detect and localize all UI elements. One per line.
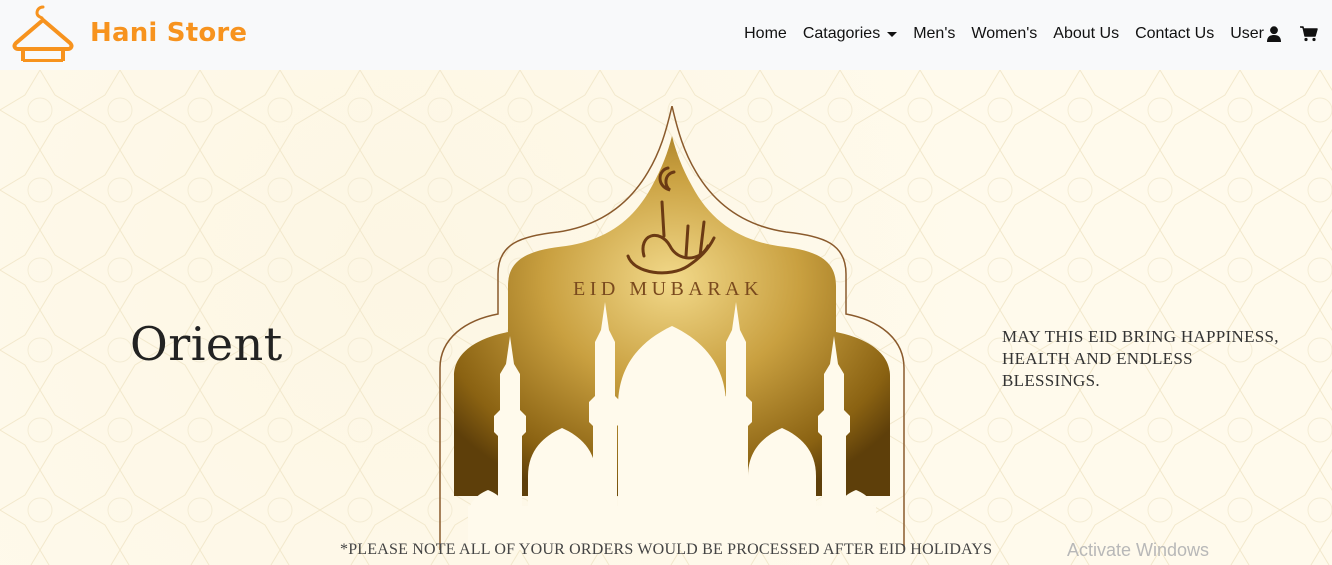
caret-down-icon xyxy=(887,31,898,37)
nav-contact-us[interactable]: Contact Us xyxy=(1135,25,1214,43)
mosque-arch-illustration xyxy=(439,106,905,550)
brand-name: Hani Store xyxy=(90,18,248,48)
navbar: Hani Store Home Catagories Men's Women's… xyxy=(0,0,1332,70)
nav-home[interactable]: Home xyxy=(744,25,787,43)
orient-title: Orient xyxy=(130,317,283,371)
blessing-message: May this EID bring happiness, health and… xyxy=(1002,327,1279,390)
holiday-notice: *Please note all of your orders would be… xyxy=(340,541,993,558)
eid-banner: Orient EID MUBARAK MAY THIS EID BRING HA… xyxy=(0,70,1332,565)
nav-womens[interactable]: Women's xyxy=(971,25,1037,43)
nav-about-us[interactable]: About Us xyxy=(1053,25,1119,43)
hanger-icon xyxy=(12,5,74,62)
windows-activation-watermark: Activate Windows xyxy=(1067,540,1210,560)
cart-icon xyxy=(1300,26,1318,42)
user-icon xyxy=(1267,26,1281,42)
brand-link[interactable]: Hani Store xyxy=(10,2,247,64)
nav-user[interactable]: User xyxy=(1230,25,1281,43)
nav-cart[interactable] xyxy=(1297,26,1318,42)
nav-categories-dropdown[interactable]: Catagories xyxy=(803,25,898,43)
eid-mubarak-text: EID MUBARAK xyxy=(573,278,764,300)
nav-mens[interactable]: Men's xyxy=(913,25,955,43)
main-nav: Home Catagories Men's Women's About Us C… xyxy=(728,0,1318,68)
